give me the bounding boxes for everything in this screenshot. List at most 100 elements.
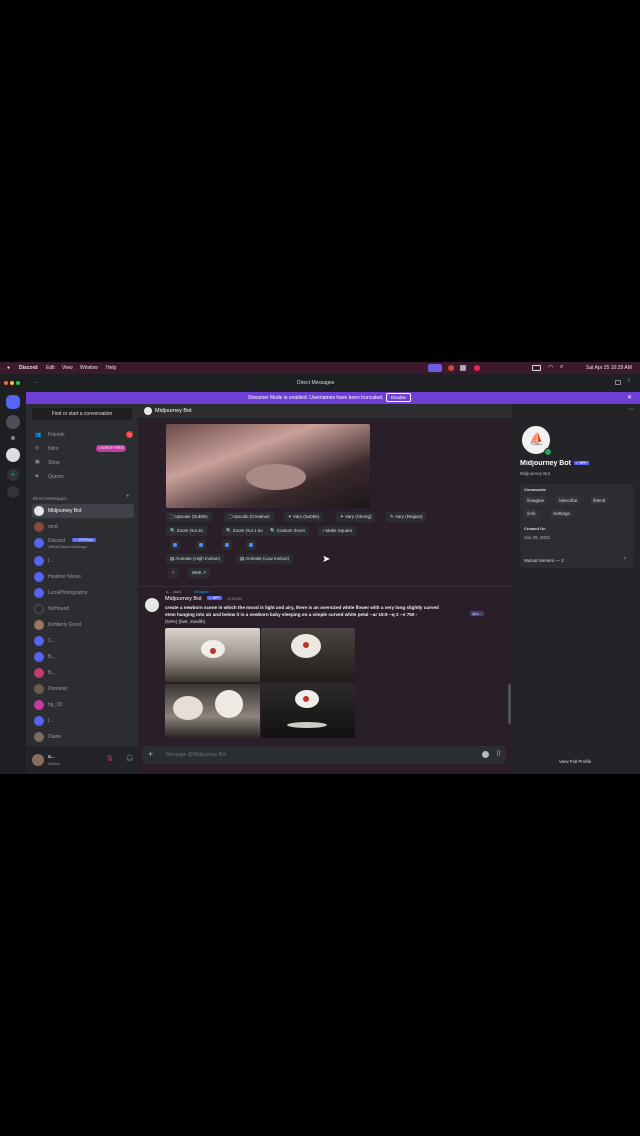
- server-icon-2[interactable]: [6, 448, 20, 462]
- vary-strong-button[interactable]: ✦ Vary (Strong): [336, 512, 376, 522]
- nav-shop-label: Shop: [48, 460, 60, 466]
- tray-icon-2[interactable]: [474, 365, 480, 371]
- dm-item[interactable]: Kimberly Good: [32, 618, 134, 632]
- more-options-icon[interactable]: ⋯: [628, 406, 634, 413]
- generated-image[interactable]: [166, 424, 370, 508]
- minimize-window-button[interactable]: [10, 381, 14, 385]
- zoom-out-1-5x-button[interactable]: 🔍 Zoom Out 1.5x: [222, 526, 267, 536]
- dm-item[interactable]: C...: [32, 634, 134, 648]
- grid-image-1[interactable]: [165, 628, 260, 682]
- help-icon[interactable]: ?: [627, 379, 630, 385]
- user-avatar[interactable]: [32, 754, 44, 766]
- view-full-profile-link[interactable]: View Full Profile: [559, 759, 591, 764]
- menu-view[interactable]: View: [62, 365, 73, 371]
- dm-item[interactable]: LunaPhotography: [32, 586, 134, 600]
- make-square-button[interactable]: ↕ Make Square: [318, 526, 357, 536]
- nav-friends[interactable]: 👥 Friends 3: [32, 428, 134, 442]
- nav-nitro[interactable]: ◎ Nitro 1 MONTH FREE: [32, 442, 134, 456]
- emoji-icon[interactable]: [482, 751, 489, 758]
- wifi-icon[interactable]: ◠: [548, 364, 553, 371]
- dm-item[interactable]: Diane: [32, 730, 134, 744]
- zoom-window-button[interactable]: [16, 381, 20, 385]
- upscale-creative-button[interactable]: ⛶ Upscale (Creative): [224, 512, 274, 522]
- upscale-subtle-button[interactable]: ⛶ Upscale (Subtle): [166, 512, 212, 522]
- server-icon[interactable]: [6, 415, 20, 429]
- spotlight-icon[interactable]: ⌕: [560, 364, 563, 371]
- user-mention[interactable]: @a...: [470, 611, 484, 616]
- apps-icon[interactable]: ⠿: [496, 750, 501, 758]
- zoom-out-2x-button[interactable]: 🔍 Zoom Out 2x: [166, 526, 207, 536]
- battery-icon[interactable]: [532, 365, 541, 371]
- pan-down-button[interactable]: [246, 540, 256, 550]
- status-icon[interactable]: [448, 365, 454, 371]
- vary-region-button[interactable]: ✎ Vary (Region): [386, 512, 427, 522]
- nav-quests[interactable]: ◈ Quests: [32, 470, 134, 484]
- button-label: Zoom Out 1.5x: [232, 528, 263, 533]
- animate-low-button[interactable]: ▤ Animate (Low motion): [236, 554, 294, 564]
- command-chip[interactable]: /blend: [590, 496, 609, 505]
- animate-high-button[interactable]: ▤ Animate (High motion): [166, 554, 225, 564]
- command-chip[interactable]: /imagine: [524, 496, 548, 505]
- button-label: Zoom Out 2x: [176, 528, 203, 533]
- mutual-servers-row[interactable]: Mutual Servers — 2 ›: [520, 554, 634, 568]
- discord-window: ← Direct Messages ? Streamer Mode is ena…: [0, 374, 640, 774]
- web-button[interactable]: Web ↗: [188, 568, 211, 578]
- grid-image-2[interactable]: [261, 628, 355, 682]
- add-server-icon[interactable]: +: [7, 469, 19, 481]
- dm-item[interactable]: Domenic: [32, 682, 134, 696]
- app-tag: ✓ APP: [207, 596, 222, 600]
- menu-help[interactable]: Help: [106, 365, 116, 371]
- reply-user: a... used: [166, 589, 182, 594]
- pan-right-button[interactable]: [196, 540, 206, 550]
- command-chip[interactable]: /describe: [556, 496, 581, 505]
- grid-image-3[interactable]: [165, 684, 260, 738]
- pan-up-button[interactable]: [222, 540, 232, 550]
- headphones-icon[interactable]: 🎧: [126, 755, 133, 762]
- dm-item-name: B...: [48, 670, 56, 676]
- dm-item[interactable]: l...: [32, 554, 134, 568]
- inbox-icon[interactable]: [615, 380, 621, 385]
- profile-card: Commands /imagine /describe /blend /info…: [520, 484, 634, 554]
- chat-scrollbar[interactable]: [508, 684, 511, 724]
- dm-item[interactable]: Discord ✓ OFFICIAL Official Discord Mess…: [32, 536, 134, 552]
- dm-item[interactable]: hp_18: [32, 698, 134, 712]
- close-window-button[interactable]: [4, 381, 8, 385]
- dm-item[interactable]: mrst: [32, 520, 134, 534]
- bot-profile-avatar[interactable]: ⛵: [520, 424, 552, 456]
- dm-item[interactable]: B...: [32, 650, 134, 664]
- command-chip[interactable]: /settings: [550, 509, 573, 518]
- screen-record-icon[interactable]: [428, 364, 442, 372]
- back-arrow-icon[interactable]: ←: [34, 379, 40, 385]
- bot-avatar[interactable]: [145, 598, 159, 612]
- mute-mic-icon[interactable]: 🎙: [106, 755, 114, 762]
- menu-window[interactable]: Window: [80, 365, 98, 371]
- message-time: 10:29 AM: [227, 597, 242, 601]
- dm-item[interactable]: NoHound: [32, 602, 134, 616]
- pan-left-button[interactable]: [170, 540, 180, 550]
- dm-item[interactable]: Heather Nicole: [32, 570, 134, 584]
- heart-react-button[interactable]: ♥: [168, 568, 179, 578]
- new-dm-plus-icon[interactable]: +: [126, 494, 130, 500]
- banner-close-icon[interactable]: ✕: [627, 394, 632, 401]
- command-chip[interactable]: /info: [524, 509, 539, 518]
- vary-subtle-button[interactable]: ✦ Vary (Subtle): [284, 512, 323, 522]
- menu-app-name[interactable]: Discord: [19, 365, 38, 371]
- dm-item[interactable]: l...: [32, 714, 134, 728]
- attach-plus-icon[interactable]: +: [148, 749, 153, 759]
- avatar: [34, 732, 44, 742]
- menu-edit[interactable]: Edit: [46, 365, 55, 371]
- reply-command[interactable]: /imagine: [194, 589, 209, 594]
- nav-shop[interactable]: ▣ Shop: [32, 456, 134, 470]
- apple-icon[interactable]: ●: [7, 365, 10, 371]
- dm-item[interactable]: B...: [32, 666, 134, 680]
- message-author[interactable]: Midjourney Bot: [165, 596, 202, 602]
- message-input[interactable]: Message @Midjourney Bot: [166, 752, 226, 758]
- tray-icon[interactable]: [460, 365, 466, 371]
- grid-image-4[interactable]: [261, 684, 355, 738]
- dm-item[interactable]: Midjourney Bot: [32, 504, 134, 518]
- find-conversation-input[interactable]: Find or start a conversation: [32, 408, 132, 420]
- discover-icon[interactable]: [7, 486, 19, 498]
- disable-streamer-button[interactable]: Disable: [386, 393, 412, 402]
- custom-zoom-button[interactable]: 🔍 Custom Zoom: [266, 526, 310, 536]
- direct-messages-home-icon[interactable]: [6, 395, 20, 409]
